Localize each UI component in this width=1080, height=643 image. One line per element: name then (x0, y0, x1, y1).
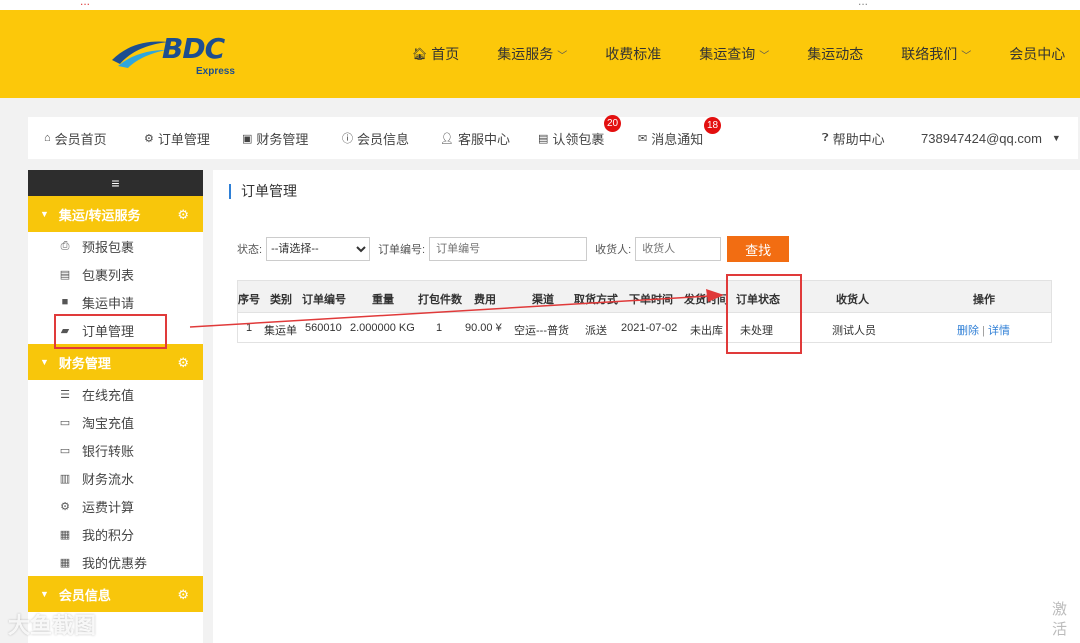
annotation-arrow-icon (189, 289, 724, 328)
watermark-right-line1: 激活 (1052, 601, 1068, 638)
watermark-right: 激活 转到 (1052, 600, 1080, 643)
watermark-left: 大鱼截图 (8, 613, 97, 638)
